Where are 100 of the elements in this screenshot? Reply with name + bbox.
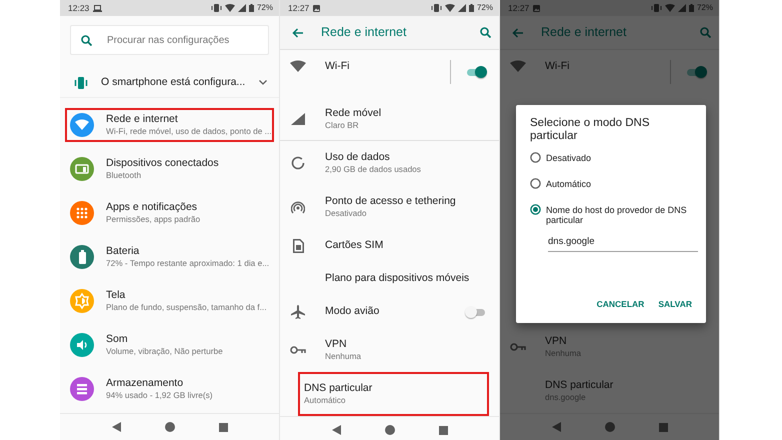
recents-icon[interactable] bbox=[218, 422, 228, 432]
wifi-icon bbox=[664, 4, 675, 12]
status-time: 12:23 bbox=[68, 2, 90, 14]
item-subtitle: Automático bbox=[304, 395, 347, 406]
settings-item[interactable]: Rede móvel Claro BR bbox=[280, 97, 499, 141]
image-icon bbox=[533, 4, 540, 12]
back-icon[interactable] bbox=[332, 425, 340, 435]
suggestion-title: O smartphone está configura... bbox=[101, 76, 246, 89]
settings-item[interactable]: Cartões SIM bbox=[280, 229, 499, 262]
settings-item[interactable]: Rede e internet Wi-Fi, rede móvel, uso de dados, ponto de ... bbox=[60, 103, 279, 147]
image-icon bbox=[313, 4, 320, 12]
item-title: Som bbox=[106, 333, 129, 346]
search-field[interactable]: Procurar nas configurações bbox=[70, 25, 269, 55]
dialog-button[interactable]: CANCELAR bbox=[596, 296, 644, 313]
item-title: Plano para dispositivos móveis bbox=[325, 272, 470, 285]
battery-percent: 72% bbox=[476, 2, 493, 14]
battery-percent: 72% bbox=[696, 2, 713, 14]
toggle-switch[interactable] bbox=[465, 306, 487, 318]
wifi-icon bbox=[510, 60, 526, 72]
battery-icon bbox=[688, 4, 694, 12]
storage-icon bbox=[70, 377, 94, 401]
signal-icon bbox=[678, 4, 686, 12]
settings-item[interactable]: Uso de dados 2,90 GB de dados usados bbox=[280, 141, 499, 185]
settings-item[interactable]: Wi-Fi bbox=[280, 50, 499, 97]
settings-item[interactable]: DNS particular Automático bbox=[298, 372, 489, 416]
vibrate-icon bbox=[650, 4, 662, 12]
toggle-switch[interactable] bbox=[465, 66, 487, 78]
search-icon[interactable] bbox=[480, 27, 491, 38]
dialog-title: Selecione o modo DNS particular bbox=[530, 117, 651, 143]
radio-option[interactable]: Automático bbox=[530, 179, 692, 189]
item-subtitle: Plano de fundo, suspensão, tamanho da f... bbox=[106, 302, 267, 313]
item-title: VPN bbox=[325, 338, 348, 351]
settings-item[interactable]: VPN Nenhuma bbox=[280, 328, 499, 372]
status-time: 12:27 bbox=[508, 2, 530, 14]
item-subtitle: Nenhuma bbox=[325, 351, 361, 362]
item-subtitle: Wi-Fi, rede móvel, uso de dados, ponto de ... bbox=[106, 126, 272, 137]
key-icon bbox=[290, 345, 306, 355]
settings-item[interactable]: Plano para dispositivos móveis bbox=[280, 262, 499, 295]
settings-item[interactable]: Ponto de acesso e tethering Desativado bbox=[280, 185, 499, 229]
wifi-icon bbox=[290, 60, 306, 72]
radio-option[interactable]: Desativado bbox=[530, 153, 692, 163]
item-subtitle: 72% - Tempo restante aproximado: 1 dia e... bbox=[106, 258, 270, 269]
wifi-icon bbox=[70, 113, 94, 137]
settings-item[interactable]: Modo avião bbox=[280, 295, 499, 328]
recents-icon[interactable] bbox=[658, 422, 668, 432]
item-title: Apps e notificações bbox=[106, 201, 198, 214]
battery-icon bbox=[70, 245, 94, 269]
search-icon bbox=[81, 35, 92, 46]
back-arrow-icon[interactable] bbox=[292, 28, 303, 38]
wifi-icon bbox=[224, 4, 235, 12]
item-title: Wi-Fi bbox=[545, 60, 570, 73]
settings-item[interactable]: Tela Plano de fundo, suspensão, tamanho da f... bbox=[60, 279, 279, 323]
item-subtitle: Permissões, apps padrão bbox=[106, 214, 200, 225]
sim-card-icon bbox=[292, 238, 304, 252]
item-title: Bateria bbox=[106, 245, 140, 258]
vibrate-icon bbox=[74, 76, 88, 88]
signal-icon bbox=[291, 112, 305, 124]
item-title: Modo avião bbox=[325, 305, 380, 318]
data-usage-icon bbox=[291, 156, 305, 170]
settings-item[interactable]: Apps e notificações Permissões, apps padrão bbox=[60, 191, 279, 235]
battery-icon bbox=[468, 4, 474, 12]
settings-item[interactable]: Som Volume, vibração, Não perturbe bbox=[60, 323, 279, 367]
item-title: Tela bbox=[106, 289, 126, 302]
item-subtitle: 94% usado - 1,92 GB livre(s) bbox=[106, 390, 213, 401]
back-icon[interactable] bbox=[112, 422, 120, 432]
back-icon[interactable] bbox=[552, 422, 560, 432]
chevron-down-icon[interactable] bbox=[259, 80, 267, 85]
radio-icon[interactable] bbox=[530, 178, 541, 189]
devices-icon bbox=[70, 157, 94, 181]
radio-option[interactable]: Nome do host do provedor de DNS particular bbox=[530, 205, 692, 225]
wifi-icon bbox=[444, 4, 455, 12]
item-title: Cartões SIM bbox=[325, 239, 384, 252]
home-icon[interactable] bbox=[384, 425, 394, 435]
hotspot-icon bbox=[291, 200, 305, 214]
radio-icon[interactable] bbox=[530, 204, 541, 215]
key-icon bbox=[510, 342, 526, 352]
battery-icon bbox=[248, 4, 254, 12]
item-title: Rede móvel bbox=[325, 106, 382, 120]
status-time: 12:27 bbox=[288, 2, 310, 14]
settings-item[interactable]: Bateria 72% - Tempo restante aproximado: 1 dia e... bbox=[60, 235, 279, 279]
speaker-icon bbox=[70, 333, 94, 357]
item-subtitle: Volume, vibração, Não perturbe bbox=[106, 346, 223, 357]
home-icon[interactable] bbox=[164, 422, 174, 432]
brightness-icon bbox=[70, 289, 94, 313]
screen-title: Rede e internet bbox=[321, 24, 408, 42]
home-icon[interactable] bbox=[604, 422, 614, 432]
radio-icon[interactable] bbox=[530, 152, 541, 163]
settings-item[interactable]: Armazenamento 94% usado - 1,92 GB livre(s) bbox=[60, 367, 279, 411]
item-title: Ponto de acesso e tethering bbox=[325, 195, 456, 208]
item-subtitle: Desativado bbox=[325, 208, 368, 219]
signal-icon bbox=[238, 4, 246, 12]
dialog-button[interactable]: SALVAR bbox=[658, 296, 692, 313]
toggle-switch[interactable] bbox=[685, 66, 707, 78]
settings-item[interactable]: Dispositivos conectados Bluetooth bbox=[60, 147, 279, 191]
vibrate-icon bbox=[430, 4, 442, 12]
item-subtitle: Bluetooth bbox=[106, 170, 142, 181]
item-title: Armazenamento bbox=[106, 377, 184, 390]
item-title: Rede e internet bbox=[106, 113, 179, 126]
item-subtitle: 2,90 GB de dados usados bbox=[325, 164, 421, 175]
recents-icon[interactable] bbox=[438, 426, 448, 434]
